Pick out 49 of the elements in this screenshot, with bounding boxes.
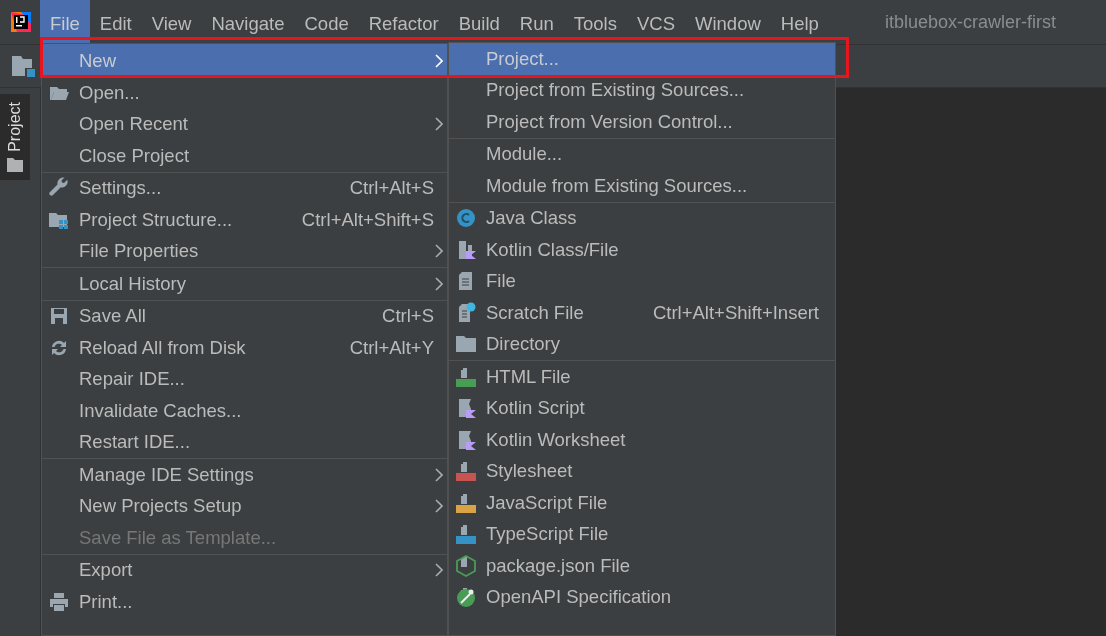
menu-item[interactable]: Local History (42, 273, 447, 294)
menu-item[interactable]: Stylesheet (449, 461, 835, 482)
menu-item[interactable]: File (449, 271, 835, 292)
menu-item[interactable]: Save All Ctrl+S (42, 306, 447, 327)
menu-item[interactable]: Directory (449, 334, 835, 355)
menu-item[interactable]: Project from Existing Sources... (449, 80, 835, 101)
menu-item[interactable]: Kotlin Worksheet (449, 429, 835, 450)
menu-item[interactable]: New Projects Setup (42, 496, 447, 517)
menu-item[interactable]: Kotlin Class/File (449, 239, 835, 260)
menu-item[interactable]: package.json File (449, 555, 835, 576)
menu-item[interactable]: Module from Existing Sources... (449, 175, 835, 196)
menu-item[interactable]: Navigate (201, 0, 295, 44)
menu-item[interactable]: Print... (42, 591, 447, 612)
menu-item[interactable]: New (42, 44, 447, 77)
menu-item[interactable]: Open... (42, 82, 447, 103)
menu-item[interactable]: Edit (89, 0, 142, 44)
menu-item[interactable]: Close Project (42, 145, 447, 166)
menu-item[interactable]: Repair IDE... (42, 369, 447, 390)
menu-item[interactable]: Window (685, 0, 771, 44)
menu-item[interactable]: Open Recent (42, 114, 447, 135)
menu-item[interactable]: File Properties (42, 241, 447, 262)
tool-window-tab[interactable]: Project (0, 94, 30, 180)
menu-item[interactable]: Help (770, 0, 829, 44)
menu-item[interactable]: Code (294, 0, 359, 44)
menu-item[interactable]: Build (448, 0, 510, 44)
menu-item[interactable]: TypeScript File (449, 524, 835, 545)
menu-item[interactable]: Invalidate Caches... (42, 400, 447, 421)
menu-item[interactable]: Run (509, 0, 564, 44)
menu-item[interactable]: OpenAPI Specification (449, 587, 835, 608)
menu-item[interactable]: JavaScript File (449, 492, 835, 513)
menu-item[interactable]: View (141, 0, 202, 44)
menu-item[interactable]: Tools (563, 0, 627, 44)
menu-item[interactable]: Restart IDE... (42, 432, 447, 453)
menu-item[interactable]: Project... (449, 43, 835, 75)
menu-item[interactable]: Scratch File Ctrl+Alt+Shift+Insert (449, 302, 835, 323)
menu-item[interactable]: Manage IDE Settings (42, 464, 447, 485)
menu-item[interactable]: VCS (626, 0, 685, 44)
menu-item[interactable]: HTML File (449, 366, 835, 387)
menu-item[interactable]: Refactor (358, 0, 449, 44)
menu-item[interactable]: Project Structure... Ctrl+Alt+Shift+S (42, 209, 447, 230)
window-title: itbluebox-crawler-first (884, 11, 1056, 33)
menu-item[interactable]: Module... (449, 144, 835, 165)
menu-item[interactable]: Project from Version Control... (449, 111, 835, 132)
menu-item[interactable]: Settings... Ctrl+Alt+S (42, 178, 447, 199)
menu-item[interactable]: Reload All from Disk Ctrl+Alt+Y (42, 337, 447, 358)
menu-item[interactable]: Java Class (449, 208, 835, 229)
menu-item[interactable]: File (40, 0, 90, 44)
menu-item[interactable]: Kotlin Script (449, 398, 835, 419)
menu-item[interactable]: Export (42, 560, 447, 581)
